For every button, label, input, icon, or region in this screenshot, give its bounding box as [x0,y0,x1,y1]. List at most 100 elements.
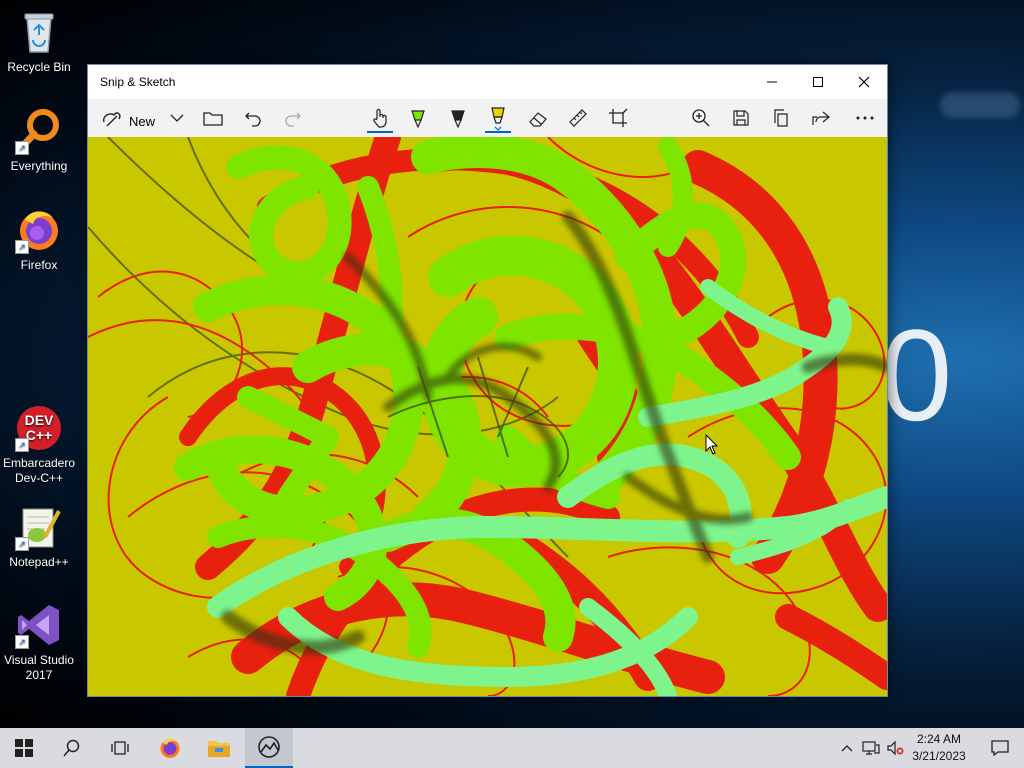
wallpaper-glyph: 0 [880,302,952,448]
eraser-icon [529,112,547,127]
network-button[interactable] [862,740,880,756]
active-indicator [367,131,393,133]
task-view-icon [111,741,129,755]
crop-button[interactable] [600,103,636,133]
title-bar[interactable]: Snip & Sketch [88,65,887,99]
active-indicator [485,131,511,133]
redo-icon [285,112,301,127]
toolbar: New [88,99,887,137]
folder-icon [208,741,230,757]
share-button[interactable] [804,103,838,133]
minimize-icon [767,81,777,83]
shortcut-arrow-icon: ↗ [15,537,29,551]
snip-sketch-icon [258,736,280,758]
taskbar: 2:24 AM 3/21/2023 [0,728,1024,768]
clock[interactable]: 2:24 AM 3/21/2023 [904,731,974,765]
svg-text:DEV: DEV [25,412,54,428]
volume-muted-icon [887,740,904,756]
firefox-icon: ↗ [15,206,63,254]
new-dropdown-button[interactable] [166,103,188,133]
shortcut-arrow-icon: ↗ [15,240,29,254]
tray-overflow-button[interactable] [838,740,856,756]
hand-icon [373,108,387,128]
redo-button[interactable] [278,103,308,133]
desktop-icon-label: Notepad++ [9,555,69,569]
desktop-icon-label: Recycle Bin [7,60,71,74]
window-title: Snip & Sketch [100,75,176,89]
network-icon [862,741,880,755]
shortcut-arrow-icon: ↗ [15,438,29,452]
action-center-button[interactable] [976,728,1024,768]
pencil-button[interactable] [440,103,476,133]
save-icon [733,110,749,126]
new-label: New [129,114,156,129]
clock-date: 3/21/2023 [912,749,966,763]
save-button[interactable] [724,103,758,133]
crop-icon [609,108,628,127]
copy-icon [774,109,788,127]
firefox-icon [160,738,180,758]
search-icon [63,739,80,757]
desktop-icon-notepadpp[interactable]: ↗ Notepad++ [2,503,76,570]
maximize-button[interactable] [795,65,841,99]
share-icon [812,111,830,125]
desktop-icon-devcpp[interactable]: DEV C++ ↗ Embarcadero Dev-C++ [2,404,76,486]
zoom-icon [692,109,710,127]
search-button[interactable] [48,728,96,768]
highlighter-icon [491,107,505,131]
desktop-icon-visual-studio[interactable]: ↗ Visual Studio 2017 [2,601,76,683]
desktop-icon-firefox[interactable]: ↗ Firefox [2,206,76,273]
windows-logo-icon [15,739,33,757]
notepadpp-icon: ↗ [15,503,63,551]
clock-time: 2:24 AM [916,732,962,746]
open-file-button[interactable] [198,103,228,133]
snip-sketch-window: Snip & Sketch New [87,64,888,697]
shortcut-arrow-icon: ↗ [15,635,29,649]
sketch-strokes [88,137,887,696]
undo-button[interactable] [238,103,268,133]
taskbar-snip-sketch[interactable] [245,728,293,768]
volume-button[interactable] [886,740,904,756]
desktop-icon-label: Everything [10,159,68,173]
devcpp-icon: DEV C++ ↗ [15,404,63,452]
shortcut-arrow-icon: ↗ [15,141,29,155]
zoom-button[interactable] [684,103,718,133]
maximize-icon [813,77,823,87]
snip-new-icon [102,112,121,127]
new-snip-button[interactable]: New [96,103,176,133]
drawing-canvas[interactable] [88,137,887,696]
taskbar-firefox[interactable] [146,728,194,768]
desktop-icon-label: Embarcadero Dev-C++ [2,456,76,485]
pencil-icon [451,110,465,129]
desktop-icon-label: Visual Studio 2017 [4,653,74,682]
everything-icon: ↗ [15,107,63,155]
touch-writing-button[interactable] [362,103,398,133]
taskbar-file-explorer[interactable] [195,728,243,768]
start-button[interactable] [0,728,48,768]
ballpoint-pen-button[interactable] [400,103,436,133]
more-button[interactable] [848,103,882,133]
wallpaper-highlight [940,92,1020,118]
recycle-bin-icon [15,8,63,56]
minimize-button[interactable] [749,65,795,99]
eraser-button[interactable] [520,103,556,133]
desktop-icon-label: Firefox [20,258,58,272]
folder-icon [203,112,223,126]
ruler-icon [569,109,587,127]
notification-icon [991,740,1009,756]
svg-text:C++: C++ [26,427,52,443]
chevron-up-icon [841,745,853,752]
task-view-button[interactable] [96,728,144,768]
more-icon [856,116,874,120]
visual-studio-icon: ↗ [15,601,63,649]
chevron-down-icon [170,114,184,122]
highlighter-button[interactable] [480,103,516,133]
undo-icon [245,112,261,127]
pen-icon [411,110,425,129]
copy-button[interactable] [764,103,798,133]
ruler-button[interactable] [560,103,596,133]
close-button[interactable] [841,65,887,99]
desktop-icon-recycle-bin[interactable]: Recycle Bin [2,8,76,75]
desktop-icon-everything[interactable]: ↗ Everything [2,107,76,174]
close-icon [858,76,870,88]
